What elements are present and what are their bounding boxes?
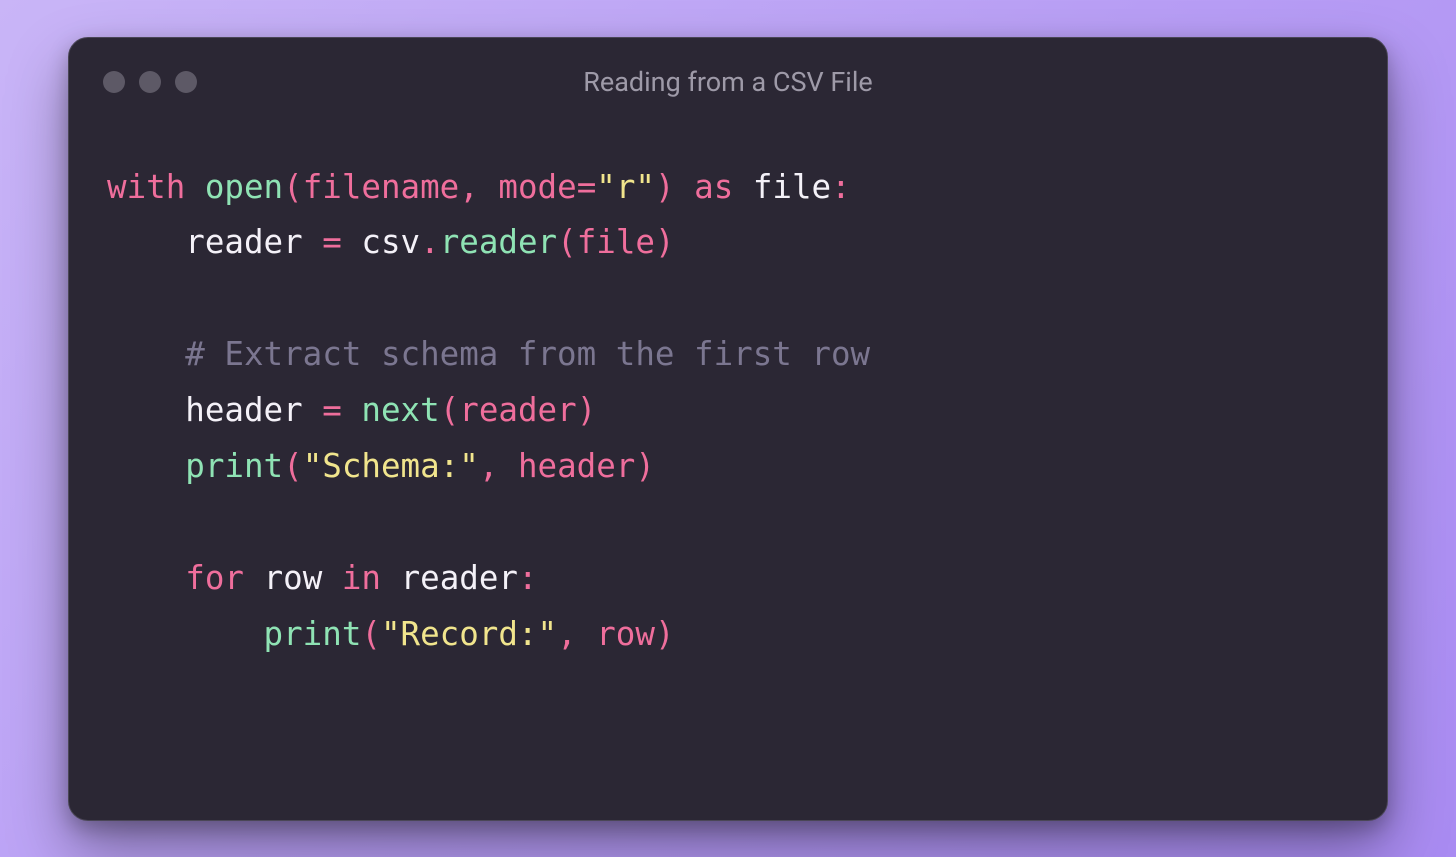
maximize-icon[interactable] [175, 71, 197, 93]
paren-close: ) [635, 447, 655, 485]
string-r: "r" [596, 168, 655, 206]
keyword-for: for [185, 559, 244, 597]
fn-open: open [205, 168, 283, 206]
arg-mode: mode [498, 168, 576, 206]
paren-open: ( [557, 223, 577, 261]
arg-reader: reader [459, 391, 576, 429]
window-title: Reading from a CSV File [69, 66, 1387, 98]
paren-close: ) [577, 391, 597, 429]
keyword-with: with [107, 168, 185, 206]
code-block: with open(filename, mode="r") as file: r… [69, 126, 1387, 820]
comma: , [557, 615, 577, 653]
keyword-in: in [342, 559, 381, 597]
title-bar: Reading from a CSV File [69, 38, 1387, 126]
colon: : [831, 168, 851, 206]
string-record: "Record:" [381, 615, 557, 653]
traffic-lights [103, 71, 197, 93]
code-window: Reading from a CSV File with open(filena… [68, 37, 1388, 821]
equals: = [322, 391, 342, 429]
fn-print: print [185, 447, 283, 485]
var-reader: reader [185, 223, 302, 261]
paren-open: ( [361, 615, 381, 653]
var-file: file [753, 168, 831, 206]
paren-close: ) [655, 168, 675, 206]
arg-file: file [577, 223, 655, 261]
fn-next: next [361, 391, 439, 429]
paren-close: ) [655, 615, 675, 653]
arg-row: row [596, 615, 655, 653]
minimize-icon[interactable] [139, 71, 161, 93]
equals: = [577, 168, 597, 206]
dot: . [420, 223, 440, 261]
var-header: header [185, 391, 302, 429]
var-reader-loop: reader [401, 559, 518, 597]
arg-filename: filename [303, 168, 460, 206]
close-icon[interactable] [103, 71, 125, 93]
var-row: row [264, 559, 323, 597]
fn-reader: reader [440, 223, 557, 261]
paren-open: ( [440, 391, 460, 429]
paren-open: ( [283, 168, 303, 206]
comma: , [459, 168, 479, 206]
equals: = [322, 223, 342, 261]
colon: : [518, 559, 538, 597]
arg-header: header [518, 447, 635, 485]
fn-print: print [264, 615, 362, 653]
paren-open: ( [283, 447, 303, 485]
comment-schema: # Extract schema from the first row [185, 335, 870, 373]
comma: , [479, 447, 499, 485]
var-csv: csv [361, 223, 420, 261]
string-schema: "Schema:" [303, 447, 479, 485]
paren-close: ) [655, 223, 675, 261]
keyword-as: as [694, 168, 733, 206]
